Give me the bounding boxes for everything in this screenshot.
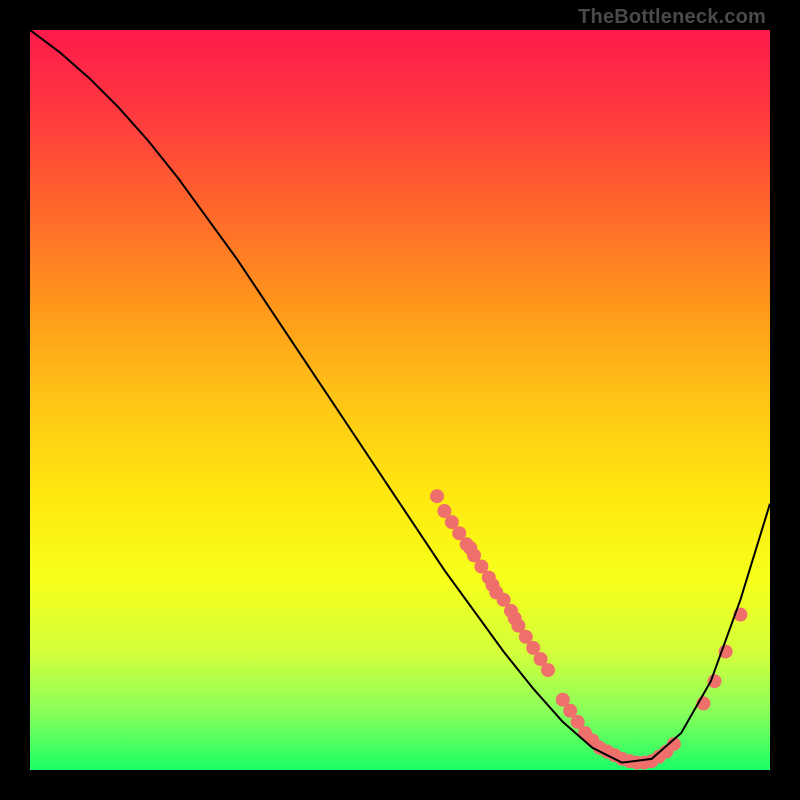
curve-line — [30, 30, 770, 763]
data-marker — [430, 489, 444, 503]
watermark-text: TheBottleneck.com — [578, 6, 766, 29]
data-marker — [541, 663, 555, 677]
chart-frame: TheBottleneck.com — [0, 0, 800, 800]
chart-svg — [30, 30, 770, 770]
plot-area — [30, 30, 770, 770]
data-marker — [708, 674, 722, 688]
markers-group — [430, 489, 747, 769]
